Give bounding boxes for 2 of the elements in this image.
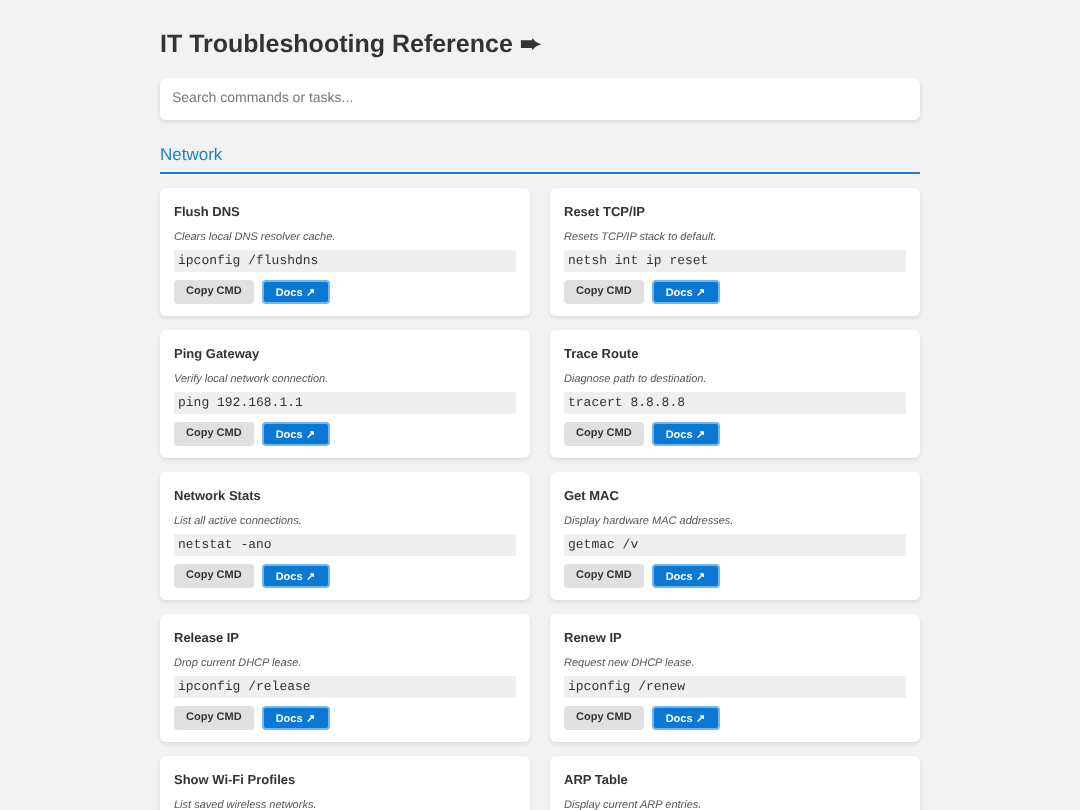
page-title: IT Troubleshooting Reference ➨	[160, 28, 544, 60]
section-heading: Network	[160, 144, 920, 174]
